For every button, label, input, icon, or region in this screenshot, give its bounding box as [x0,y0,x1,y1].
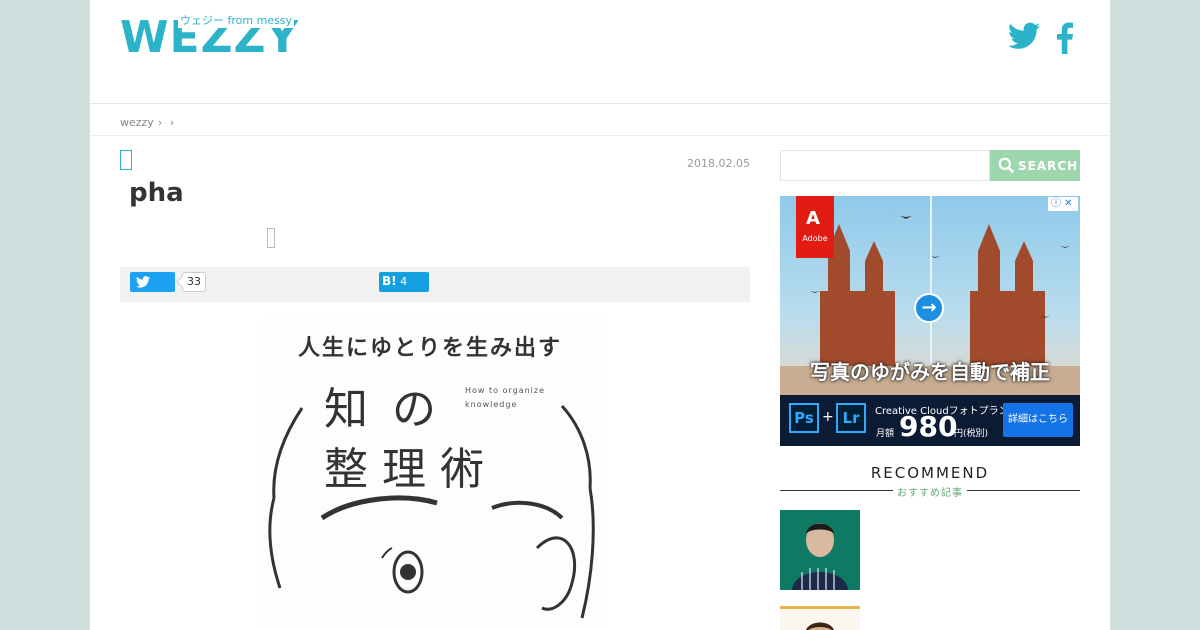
adobe-icon: A [806,208,820,229]
tweet-count[interactable]: 33 [182,272,206,292]
person-photo [780,609,860,630]
divider [90,135,1110,136]
share-bar: 33 B! 4 [120,267,750,302]
ad-price: 980 [899,410,958,443]
ad-price-unit: 円(税別) [954,429,989,439]
adobe-logo: A Adobe [796,196,834,258]
breadcrumb-separator: › [169,116,175,129]
twitter-link[interactable] [1008,22,1040,54]
lightroom-icon: Lr [836,403,866,433]
breadcrumb-home[interactable]: wezzy [120,116,154,129]
ad-footer: Ps + Lr Creative Cloudフォトプラン 月額 980 円(税別… [780,395,1080,446]
facebook-link[interactable] [1056,22,1074,58]
twitter-icon [1008,22,1040,49]
recommend-subheading: おすすめ記事 [893,484,967,499]
arrow-right-icon[interactable]: → [914,293,944,323]
tweet-button[interactable] [130,272,175,292]
site-header: WEZZY ウェジー from messy [90,0,1110,104]
hatena-count: 4 [400,275,408,288]
ad-details-button[interactable]: 詳細はこちら [1003,403,1073,437]
search-button-label: SEARCH [1018,158,1079,173]
recommend-heading: RECOMMEND [870,464,990,482]
ad-caption: 写真のゆがみを自動で補正 [810,360,1050,384]
ad-info-icon[interactable]: ⓘ ✕ [1048,197,1078,211]
book-cover-image: 人生にゆとりを生み出す 知の 整理術 How to organize knowl… [262,318,607,630]
category-icon-placeholder[interactable] [120,150,132,170]
author-icon-placeholder [267,228,275,248]
advertisement-banner[interactable]: A Adobe → 写真のゆがみを自動で補正 ⓘ ✕ Ps + Lr Creat… [780,196,1080,446]
recommend-thumbnail[interactable] [780,606,860,630]
search-button[interactable]: SEARCH [990,150,1080,181]
search-input[interactable] [780,150,990,181]
facebook-icon [1057,22,1073,54]
article-date: 2018.02.05 [687,157,750,170]
breadcrumb: wezzy › › [120,116,178,129]
person-photo [780,510,860,590]
ad-price-label: 月額 [876,429,895,439]
breadcrumb-separator: › [157,116,163,129]
article-title: pha [129,178,184,208]
face-illustration [268,404,595,619]
twitter-icon [136,276,150,288]
hatena-icon: B! [382,274,397,288]
adobe-brand: Adobe [802,234,828,243]
site-logo[interactable]: WEZZY ウェジー from messy [120,14,300,64]
page: WEZZY ウェジー from messy wezzy › › 2018.02.0… [90,0,1110,630]
logo-subtitle: ウェジー from messy [178,14,295,28]
recommend-thumbnail[interactable] [780,510,860,590]
search-icon [998,157,1015,174]
plus-icon: + [822,409,834,425]
hatena-bookmark-button[interactable]: B! 4 [379,272,429,292]
photoshop-icon: Ps [789,403,819,433]
